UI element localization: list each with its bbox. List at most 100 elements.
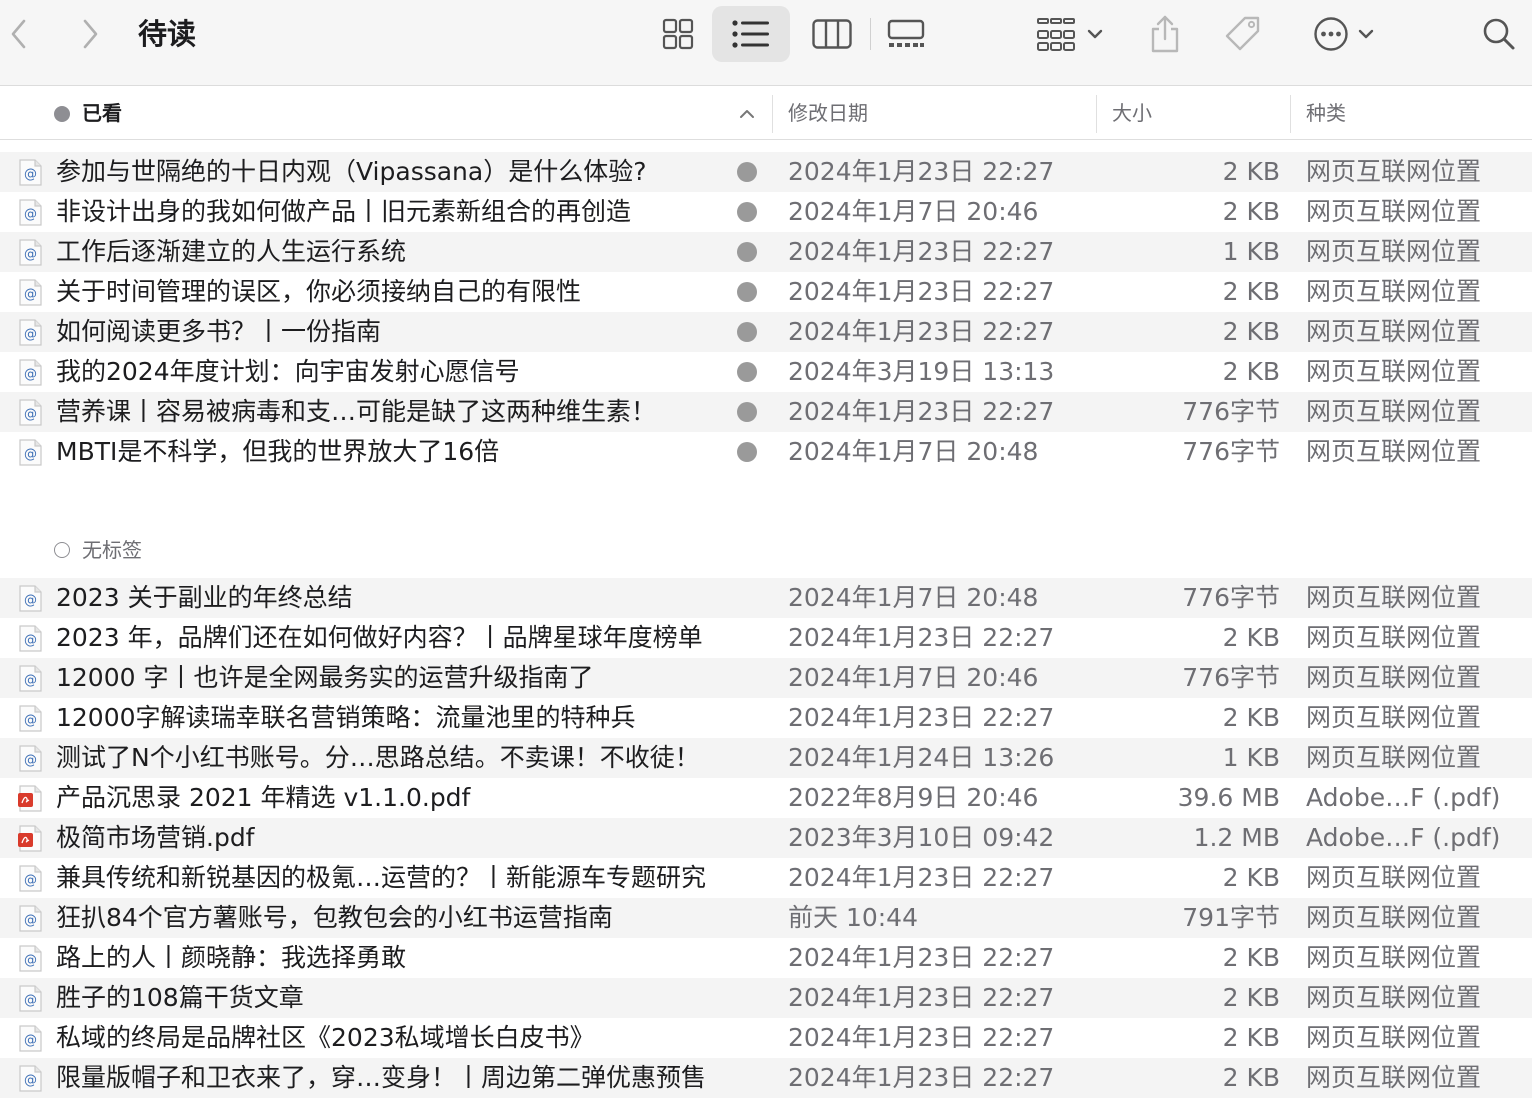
file-row[interactable]: @ 路上的人丨颜晓静：我选择勇敢 2024年1月23日 22:27 2 KB 网页互联网… bbox=[0, 938, 1532, 978]
file-row[interactable]: @ 工作后逐渐建立的人生运行系统 2024年1月23日 22:27 1 KB 网页互联网… bbox=[0, 232, 1532, 272]
file-kind: 网页互联网位置 bbox=[1306, 437, 1482, 466]
file-name: 产品沉思录 2021 年精选 v1.1.0.pdf bbox=[56, 783, 471, 812]
more-actions-button[interactable] bbox=[1304, 10, 1384, 58]
svg-text:@: @ bbox=[24, 913, 37, 928]
file-name: 极简市场营销.pdf bbox=[56, 823, 255, 852]
search-icon bbox=[1483, 18, 1515, 50]
file-row[interactable]: @ 关于时间管理的误区，你必须接纳自己的有限性 2024年1月23日 22:27 2 … bbox=[0, 272, 1532, 312]
webloc-file-icon: @ bbox=[19, 279, 42, 306]
webloc-file-icon: @ bbox=[19, 625, 42, 652]
back-button[interactable] bbox=[4, 14, 34, 54]
column-header-date[interactable]: 修改日期 bbox=[788, 87, 1088, 140]
file-name: 限量版帽子和卫衣来了，穿…变身！丨周边第二弹优惠预售 bbox=[56, 1063, 707, 1092]
svg-text:@: @ bbox=[24, 633, 37, 648]
list-view-button[interactable] bbox=[712, 6, 790, 62]
svg-text:@: @ bbox=[24, 993, 37, 1008]
svg-text:@: @ bbox=[24, 287, 37, 302]
file-size: 776字节 bbox=[1182, 397, 1280, 426]
webloc-file-icon: @ bbox=[19, 439, 42, 466]
file-row[interactable]: @2023 关于副业的年终总结 2024年1月7日 20:48 776字节 网页互联网… bbox=[0, 578, 1532, 618]
file-kind: 网页互联网位置 bbox=[1306, 623, 1482, 652]
icon-view-button[interactable] bbox=[652, 8, 704, 60]
file-kind: 网页互联网位置 bbox=[1306, 903, 1482, 932]
share-icon bbox=[1151, 15, 1179, 53]
column-divider[interactable] bbox=[772, 95, 773, 133]
file-row[interactable]: @12000 字丨也许是全网最务实的运营升级指南了 2024年1月7日 20:46… bbox=[0, 658, 1532, 698]
tag-dot-icon bbox=[737, 202, 757, 222]
file-row[interactable]: @ 胜子的108篇干货文章 2024年1月23日 22:27 2 KB 网页互联网位置 bbox=[0, 978, 1532, 1018]
file-modified-date: 2024年1月23日 22:27 bbox=[788, 703, 1055, 732]
svg-text:@: @ bbox=[24, 873, 37, 888]
file-kind: 网页互联网位置 bbox=[1306, 197, 1482, 226]
ellipsis-circle-icon bbox=[1314, 17, 1348, 51]
group-header-untagged: 无标签 bbox=[54, 536, 142, 564]
file-row[interactable]: @ 如何阅读更多书？丨一份指南 2024年1月23日 22:27 2 KB 网页互联网位… bbox=[0, 312, 1532, 352]
file-modified-date: 2024年1月23日 22:27 bbox=[788, 1023, 1055, 1052]
file-modified-date: 2024年1月23日 22:27 bbox=[788, 277, 1055, 306]
gallery-view-button[interactable] bbox=[880, 8, 932, 60]
file-modified-date: 2024年1月23日 22:27 bbox=[788, 623, 1055, 652]
file-row[interactable]: @ 测试了N个小红书账号。分…思路总结。不卖课！不收徒！ 2024年1月24日 13… bbox=[0, 738, 1532, 778]
file-name: 12000字解读瑞幸联名营销策略：流量池里的特种兵 bbox=[56, 703, 636, 732]
file-size: 2 KB bbox=[1222, 943, 1280, 972]
tag-dot-icon bbox=[737, 322, 757, 342]
file-row[interactable]: @ 非设计出身的我如何做产品丨旧元素新组合的再创造 2024年1月7日 20:46 2… bbox=[0, 192, 1532, 232]
file-kind: 网页互联网位置 bbox=[1306, 1023, 1482, 1052]
column-header-size[interactable]: 大小 bbox=[1112, 87, 1282, 140]
webloc-file-icon: @ bbox=[19, 319, 42, 346]
file-size: 1.2 MB bbox=[1193, 823, 1280, 852]
chevron-down-icon bbox=[1087, 29, 1103, 39]
file-row[interactable]: @2023 年，品牌们还在如何做好内容？丨品牌星球年度榜单 2024年1月23日 … bbox=[0, 618, 1532, 658]
file-row[interactable]: @ 兼具传统和新锐基因的极氪…运营的？丨新能源车专题研究 2024年1月23日 22… bbox=[0, 858, 1532, 898]
group-button[interactable] bbox=[1030, 10, 1110, 58]
file-modified-date: 2024年1月23日 22:27 bbox=[788, 863, 1055, 892]
svg-text:@: @ bbox=[24, 447, 37, 462]
file-name: 胜子的108篇干货文章 bbox=[56, 983, 304, 1012]
group-header-label: 无标签 bbox=[82, 538, 142, 562]
file-modified-date: 2024年1月23日 22:27 bbox=[788, 1063, 1055, 1092]
file-row[interactable]: 产品沉思录 2021 年精选 v1.1.0.pdf 2022年8月9日 20:46… bbox=[0, 778, 1532, 818]
file-kind: 网页互联网位置 bbox=[1306, 157, 1482, 186]
file-kind: 网页互联网位置 bbox=[1306, 277, 1482, 306]
webloc-file-icon: @ bbox=[19, 239, 42, 266]
column-view-button[interactable] bbox=[806, 8, 858, 60]
toolbar-separator bbox=[870, 18, 871, 50]
file-modified-date: 2024年1月23日 22:27 bbox=[788, 943, 1055, 972]
column-divider[interactable] bbox=[1096, 95, 1097, 133]
file-row[interactable]: @ 营养课丨容易被病毒和支…可能是缺了这两种维生素！ 2024年1月23日 22:2… bbox=[0, 392, 1532, 432]
share-button[interactable] bbox=[1140, 8, 1190, 60]
webloc-file-icon: @ bbox=[19, 585, 42, 612]
column-header-kind[interactable]: 种类 bbox=[1306, 87, 1526, 140]
file-row[interactable]: @ MBTI是不科学，但我的世界放大了16倍 2024年1月7日 20:48 776字… bbox=[0, 432, 1532, 472]
file-kind: Adobe…F (.pdf) bbox=[1306, 823, 1501, 852]
file-row[interactable]: @ 限量版帽子和卫衣来了，穿…变身！丨周边第二弹优惠预售 2024年1月23日 22… bbox=[0, 1058, 1532, 1098]
column-header-name[interactable]: 已看 bbox=[54, 87, 764, 140]
file-name: 2023 关于副业的年终总结 bbox=[56, 583, 353, 612]
file-row[interactable]: @ 我的2024年度计划：向宇宙发射心愿信号 2024年3月19日 13:13 2 K… bbox=[0, 352, 1532, 392]
forward-button[interactable] bbox=[75, 14, 105, 54]
tag-button[interactable] bbox=[1216, 8, 1270, 60]
file-row[interactable]: @ 参加与世隔绝的十日内观（Vipassana）是什么体验? 2024年1月23日 … bbox=[0, 152, 1532, 192]
file-row[interactable]: @12000字解读瑞幸联名营销策略：流量池里的特种兵 2024年1月23日 22:… bbox=[0, 698, 1532, 738]
search-button[interactable] bbox=[1474, 10, 1524, 58]
webloc-file-icon: @ bbox=[19, 905, 42, 932]
file-modified-date: 2024年1月23日 22:27 bbox=[788, 237, 1055, 266]
file-size: 2 KB bbox=[1222, 357, 1280, 386]
webloc-file-icon: @ bbox=[19, 945, 42, 972]
file-size: 1 KB bbox=[1222, 743, 1280, 772]
column-divider[interactable] bbox=[1290, 95, 1291, 133]
file-name: 12000 字丨也许是全网最务实的运营升级指南了 bbox=[56, 663, 594, 692]
file-modified-date: 2024年1月7日 20:48 bbox=[788, 583, 1039, 612]
file-modified-date: 2024年1月23日 22:27 bbox=[788, 157, 1055, 186]
webloc-file-icon: @ bbox=[19, 865, 42, 892]
file-name: 路上的人丨颜晓静：我选择勇敢 bbox=[56, 943, 407, 972]
file-kind: 网页互联网位置 bbox=[1306, 663, 1482, 692]
file-row[interactable]: 极简市场营销.pdf 2023年3月10日 09:42 1.2 MB Adobe…F … bbox=[0, 818, 1532, 858]
file-kind: 网页互联网位置 bbox=[1306, 943, 1482, 972]
webloc-file-icon: @ bbox=[19, 705, 42, 732]
file-modified-date: 2024年1月7日 20:48 bbox=[788, 437, 1039, 466]
webloc-file-icon: @ bbox=[19, 199, 42, 226]
file-row[interactable]: @ 狂扒84个官方薯账号，包教包会的小红书运营指南 前天 10:44 791字节 网页互… bbox=[0, 898, 1532, 938]
file-row[interactable]: @ 私域的终局是品牌社区《2023私域增长白皮书》 2024年1月23日 22:27… bbox=[0, 1018, 1532, 1058]
file-modified-date: 2024年1月23日 22:27 bbox=[788, 317, 1055, 346]
